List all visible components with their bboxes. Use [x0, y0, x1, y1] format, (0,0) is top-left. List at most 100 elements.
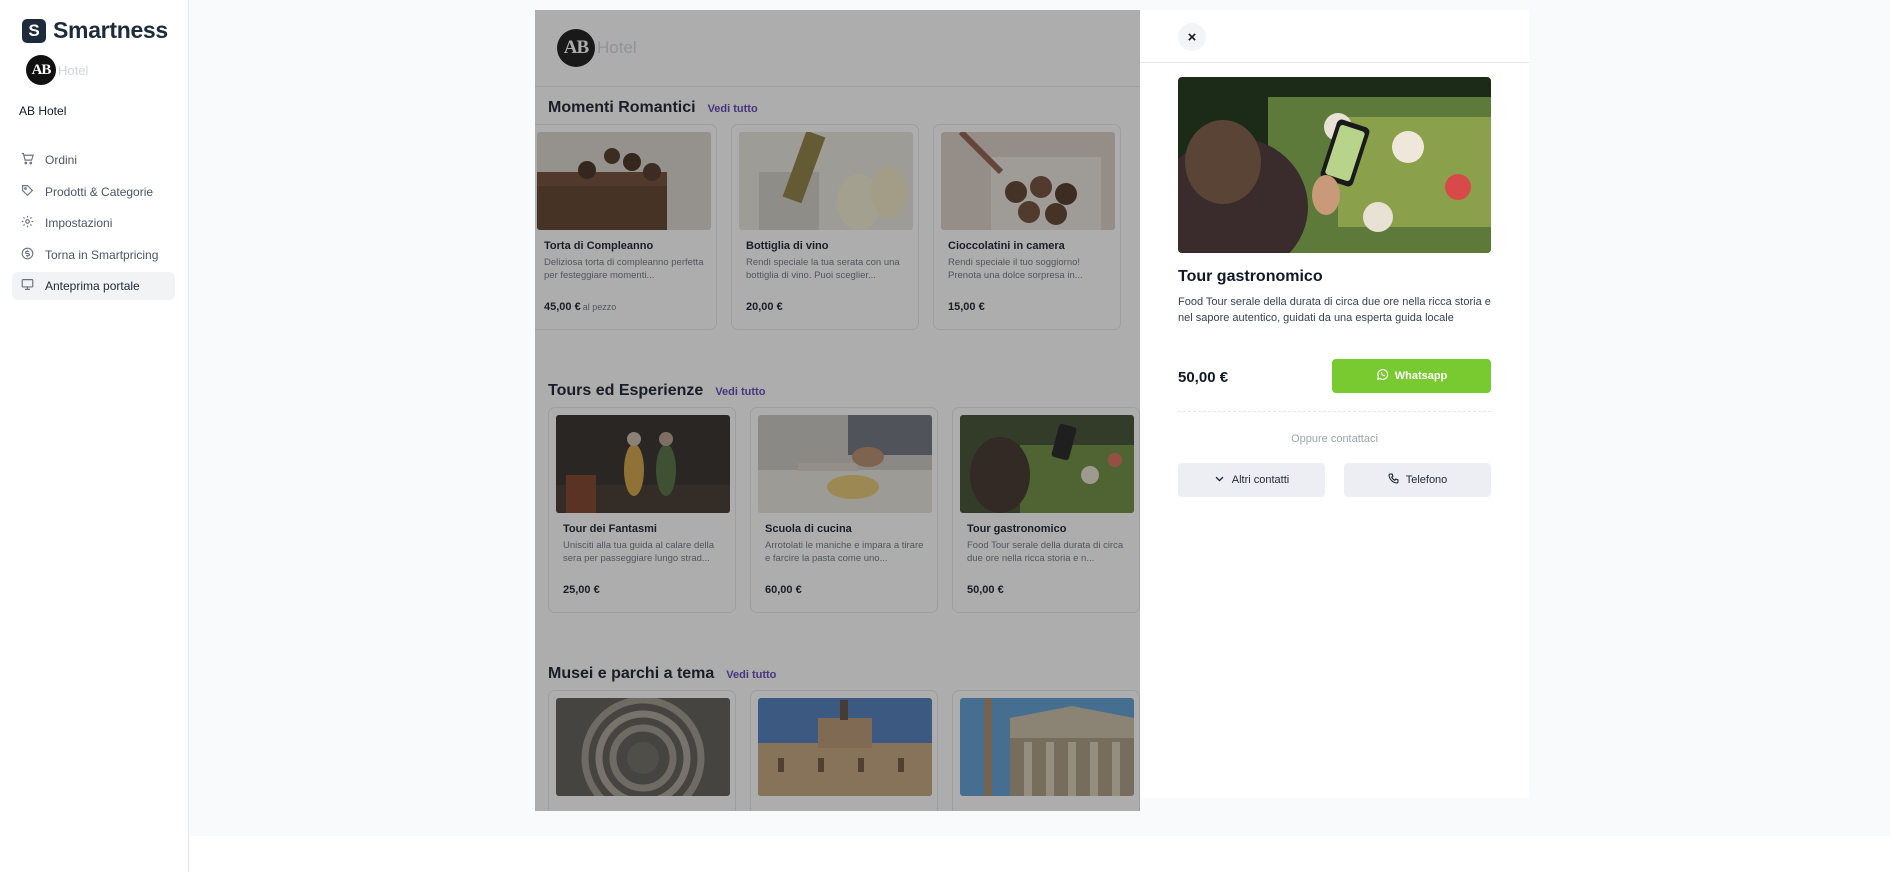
- portal-header: AB Hotel: [535, 10, 1140, 87]
- card-row: Torta di Compleanno Deliziosa torta di c…: [535, 124, 1121, 330]
- product-card[interactable]: [750, 690, 938, 811]
- other-contacts-button[interactable]: Altri contatti: [1178, 463, 1325, 497]
- price-value: 25,00 €: [563, 584, 600, 596]
- product-image: [556, 415, 730, 513]
- hotel-logo: AB Hotel: [26, 55, 88, 85]
- chevron-down-icon: [1214, 473, 1225, 487]
- product-price: 60,00 €: [765, 584, 804, 596]
- close-icon: ×: [1187, 28, 1197, 46]
- product-image: [758, 698, 932, 796]
- price-unit: al pezzo: [582, 302, 617, 312]
- product-price: 45,00 € al pezzo: [544, 301, 616, 313]
- product-card[interactable]: Bottiglia di vino Rendi speciale la tua …: [731, 124, 919, 330]
- product-card[interactable]: [952, 690, 1140, 811]
- product-detail-title: Tour gastronomico: [1178, 268, 1323, 285]
- sidebar-item-label: Impostazioni: [45, 216, 113, 230]
- product-description: Unisciti alla tua guida al calare della …: [563, 540, 715, 564]
- sidebar-item-anteprima-portale[interactable]: Anteprima portale: [12, 272, 175, 300]
- price-value: 60,00 €: [765, 584, 802, 596]
- product-image: [758, 415, 932, 513]
- see-all-link[interactable]: Vedi tutto: [726, 669, 776, 681]
- product-detail-description: Food Tour serale della durata di circa d…: [1178, 296, 1491, 324]
- phone-label: Telefono: [1405, 474, 1448, 486]
- whatsapp-label: Whatsapp: [1394, 370, 1448, 382]
- tag-icon: [19, 184, 35, 200]
- price-value: 45,00 €: [544, 301, 581, 313]
- price-value: 50,00 €: [967, 584, 1004, 596]
- product-card[interactable]: Torta di Compleanno Deliziosa torta di c…: [535, 124, 717, 330]
- product-detail-price: 50,00 €: [1178, 369, 1229, 386]
- price-value: 15,00 €: [948, 301, 985, 313]
- product-description: Arrotolati le maniche e impara a tirare …: [765, 540, 924, 564]
- product-price: 20,00 €: [746, 301, 785, 313]
- portal-hotel-logo: AB: [557, 29, 595, 67]
- product-price: 50,00 €: [967, 584, 1006, 596]
- portal-section: Musei e parchi a tema Vedi tutto: [535, 665, 1140, 811]
- section-title: Tours ed Esperienze: [548, 382, 704, 399]
- brand-name: Smartness: [53, 17, 168, 43]
- hotel-logo-word: Hotel: [58, 62, 89, 78]
- gear-icon: [19, 215, 35, 231]
- brand-logo[interactable]: S Smartness: [22, 17, 168, 44]
- cart-icon: [19, 152, 35, 168]
- product-description: Deliziosa torta di compleanno perfetta p…: [544, 257, 704, 281]
- sidebar-item-prodotti[interactable]: Prodotti & Categorie: [12, 178, 175, 206]
- section-title: Momenti Romantici: [548, 99, 696, 116]
- product-image: [739, 132, 913, 230]
- other-contacts-label: Altri contatti: [1231, 474, 1290, 486]
- product-card[interactable]: Tour dei Fantasmi Unisciti alla tua guid…: [548, 407, 736, 613]
- product-card[interactable]: [548, 690, 736, 811]
- product-image: [941, 132, 1115, 230]
- sidebar: S Smartness AB Hotel AB Hotel Ordini Pro…: [0, 0, 189, 872]
- sidebar-item-label: Torna in Smartpricing: [45, 247, 159, 262]
- see-all-link[interactable]: Vedi tutto: [715, 386, 765, 398]
- product-detail-drawer: × Tour gastronomico Food Tour serale del…: [1140, 10, 1529, 798]
- sidebar-item-label: Ordini: [45, 153, 78, 167]
- portal-section: Tours ed Esperienze Vedi tutto Tour dei …: [535, 382, 1140, 613]
- product-card[interactable]: Tour gastronomico Food Tour serale della…: [952, 407, 1140, 613]
- product-image: [960, 698, 1134, 796]
- product-image: [537, 132, 711, 230]
- divider: [1178, 411, 1491, 412]
- product-detail-image: [1178, 77, 1491, 253]
- product-title: Tour gastronomico: [967, 523, 1067, 535]
- smartness-logo-icon: S: [22, 18, 46, 43]
- sidebar-nav: Ordini Prodotti & Categorie Impostazioni…: [12, 146, 175, 304]
- sidebar-item-ordini[interactable]: Ordini: [12, 146, 175, 174]
- product-description: Rendi speciale la tua serata con una bot…: [746, 257, 900, 281]
- phone-icon: [1388, 473, 1399, 487]
- product-description: Rendi speciale il tuo soggiorno! Prenota…: [948, 257, 1083, 281]
- product-title: Cioccolatini in camera: [948, 240, 1065, 252]
- product-card[interactable]: Cioccolatini in camera Rendi speciale il…: [933, 124, 1121, 330]
- sidebar-item-label: Anteprima portale: [45, 279, 140, 293]
- portal-preview: AB Hotel Momenti Romantici Vedi tutto To…: [535, 10, 1140, 811]
- sidebar-item-impostazioni[interactable]: Impostazioni: [12, 209, 175, 237]
- product-card[interactable]: Scuola di cucina Arrotolati le maniche e…: [750, 407, 938, 613]
- product-image: [960, 415, 1134, 513]
- portal-section: Momenti Romantici Vedi tutto Torta di Co…: [535, 99, 1140, 330]
- sidebar-item-smartpricing[interactable]: Torna in Smartpricing: [12, 241, 175, 269]
- see-all-link[interactable]: Vedi tutto: [708, 103, 758, 115]
- product-price: 15,00 €: [948, 301, 987, 313]
- dollar-circle-icon: [19, 247, 35, 263]
- card-row: [548, 690, 1140, 811]
- whatsapp-icon: [1376, 368, 1389, 384]
- card-row: Tour dei Fantasmi Unisciti alla tua guid…: [548, 407, 1140, 613]
- product-image: [556, 698, 730, 796]
- product-title: Tour dei Fantasmi: [563, 523, 657, 535]
- hotel-name: AB Hotel: [19, 104, 67, 118]
- monitor-icon: [19, 278, 35, 294]
- or-contact-label: Oppure contattaci: [1291, 433, 1378, 445]
- portal-hotel-word: Hotel: [597, 38, 637, 57]
- price-value: 20,00 €: [746, 301, 783, 313]
- hotel-logo-mark: AB: [26, 55, 56, 85]
- drawer-header: ×: [1140, 10, 1529, 63]
- phone-button[interactable]: Telefono: [1344, 463, 1491, 497]
- close-button[interactable]: ×: [1178, 23, 1206, 51]
- product-title: Scuola di cucina: [765, 523, 852, 535]
- whatsapp-button[interactable]: Whatsapp: [1332, 359, 1491, 393]
- product-title: Torta di Compleanno: [544, 240, 654, 252]
- product-price: 25,00 €: [563, 584, 602, 596]
- sidebar-item-label: Prodotti & Categorie: [45, 184, 154, 199]
- product-title: Bottiglia di vino: [746, 240, 829, 252]
